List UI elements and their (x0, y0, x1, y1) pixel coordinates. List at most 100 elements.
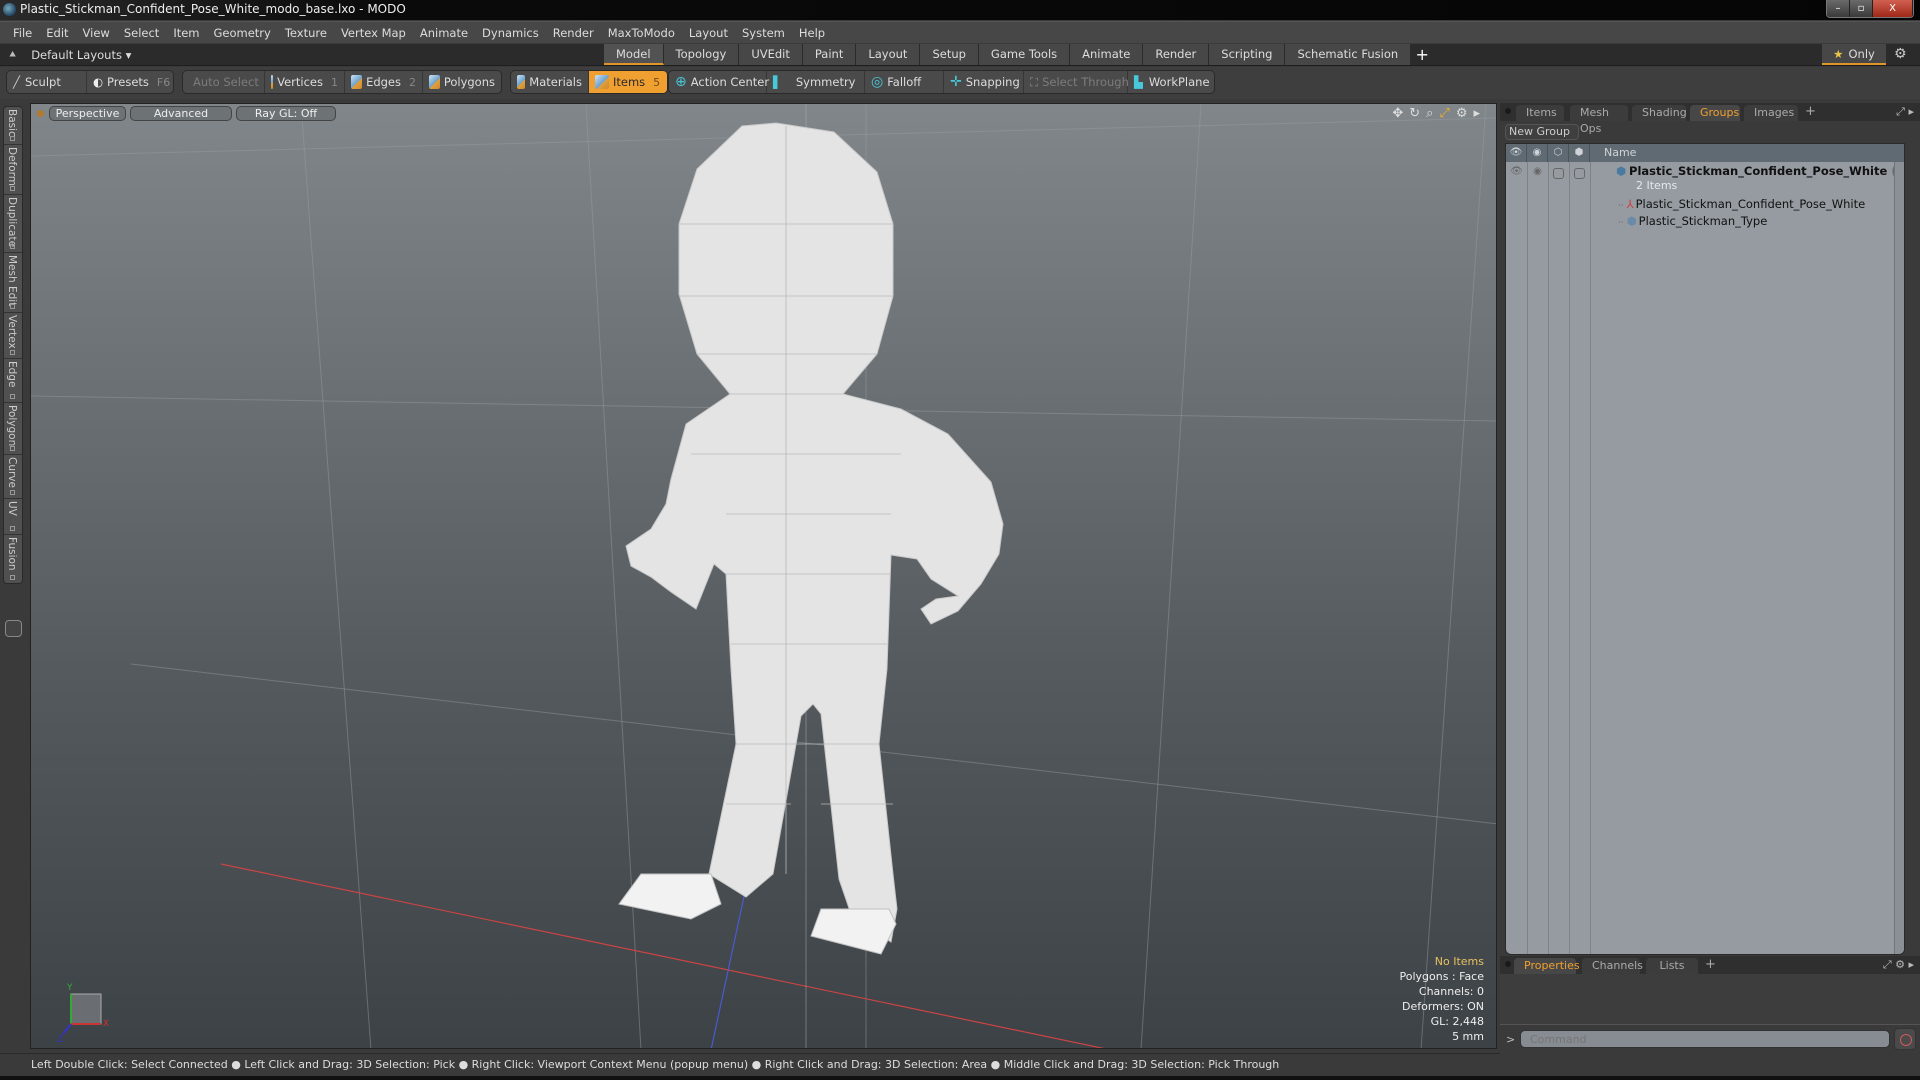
viewport-menu-dot[interactable] (37, 110, 44, 117)
panel-expand-icon[interactable]: ⤢ ▸ (1896, 105, 1914, 119)
tab-scripting[interactable]: Scripting (1209, 44, 1286, 65)
tab-properties[interactable]: Properties (1514, 958, 1580, 974)
add-panel-tab-button[interactable]: + (1805, 104, 1816, 119)
zoom-icon[interactable]: ⌕ (1426, 106, 1433, 121)
lock-column-icon[interactable]: ⬡ (1548, 144, 1569, 162)
close-button[interactable]: X (1873, 0, 1913, 17)
shading-mode-pill[interactable]: Advanced (130, 106, 232, 121)
record-macro-button[interactable] (1894, 1028, 1916, 1050)
tab-channels[interactable]: Channels (1582, 958, 1643, 974)
group-visibility-toggle[interactable]: 👁 (1506, 166, 1527, 182)
layout-selector[interactable]: ⯅ Default Layouts ▾ (8, 47, 131, 62)
add-tab-button[interactable]: + (1411, 44, 1433, 66)
menu-animate[interactable]: Animate (420, 26, 468, 40)
tab-setup[interactable]: Setup (920, 44, 979, 65)
tab-lists[interactable]: Lists (1646, 958, 1698, 974)
render-column-icon[interactable]: ◉ (1527, 144, 1548, 162)
vtab-duplicate[interactable]: Duplicate (4, 195, 22, 253)
vtab-vertex[interactable]: Vertex (4, 313, 22, 359)
viewport-settings-icon[interactable]: ⚙ (1456, 106, 1468, 121)
vtab-basic[interactable]: Basic (4, 107, 22, 145)
panel-menu-dot[interactable] (1505, 108, 1511, 114)
3d-viewport[interactable]: Y X Z Perspective Advanced Ray GL: Off ✥… (30, 103, 1497, 1049)
menu-item[interactable]: Item (173, 26, 199, 40)
raygl-pill[interactable]: Ray GL: Off (236, 106, 336, 121)
tab-game-tools[interactable]: Game Tools (978, 44, 1071, 65)
menu-help[interactable]: Help (799, 26, 825, 40)
tab-shading[interactable]: Shading (1632, 105, 1687, 121)
vtab-mesh-edit[interactable]: Mesh Edit (4, 253, 22, 313)
only-button[interactable]: ★ Only (1822, 44, 1886, 65)
name-column-header[interactable]: Name (1590, 144, 1636, 162)
vtab-fusion[interactable]: Fusion (4, 535, 22, 583)
tree-row-item[interactable]: ·· ⬢ Plastic_Stickman_Type (1618, 214, 1767, 228)
tab-mesh-ops[interactable]: Mesh Ops (1570, 105, 1628, 135)
rotate-icon[interactable]: ↻ (1409, 106, 1420, 121)
snapping-button[interactable]: ✛ Snapping (944, 71, 1024, 93)
symmetry-button[interactable]: ▌ Symmetry (767, 71, 865, 93)
pan-icon[interactable]: ✥ (1392, 106, 1403, 121)
menu-maxtomodo[interactable]: MaxToModo (608, 26, 675, 40)
group-lock-toggle[interactable] (1548, 166, 1569, 182)
materials-button[interactable]: Materials (511, 71, 589, 93)
tab-schematic-fusion[interactable]: Schematic Fusion (1285, 44, 1412, 65)
visibility-column-icon[interactable]: 👁 (1506, 144, 1527, 162)
tab-model[interactable]: Model (604, 44, 664, 65)
tab-paint[interactable]: Paint (802, 44, 857, 65)
action-center-button[interactable]: ⊕ Action Center (669, 71, 769, 93)
polygons-button[interactable]: Polygons (423, 71, 501, 93)
menu-texture[interactable]: Texture (285, 26, 327, 40)
tab-layout[interactable]: Layout (856, 44, 921, 65)
vtab-deform[interactable]: Deform (4, 145, 22, 195)
menu-dynamics[interactable]: Dynamics (482, 26, 539, 40)
view-mode-pill[interactable]: Perspective (49, 106, 126, 121)
tab-uvedit[interactable]: UVEdit (739, 44, 803, 65)
presets-button[interactable]: ◐ Presets F6 (87, 71, 173, 93)
panel-expand-icon[interactable]: ⤢ ⚙ ▸ (1883, 958, 1914, 972)
tab-items[interactable]: Items (1516, 105, 1564, 121)
vtab-polygon[interactable]: Polygon (4, 403, 22, 455)
tree-row-group[interactable]: ⬢Plastic_Stickman_Confident_Pose_White (… (1616, 164, 1904, 178)
falloff-button[interactable]: ◎ Falloff (865, 71, 944, 93)
menu-geometry[interactable]: Geometry (214, 26, 271, 40)
tab-groups[interactable]: Groups (1690, 105, 1740, 121)
group-render-toggle[interactable]: ◉ (1527, 166, 1548, 182)
menu-file[interactable]: File (13, 26, 32, 40)
vtab-uv[interactable]: UV (4, 499, 22, 535)
menu-edit[interactable]: Edit (46, 26, 68, 40)
maximize-viewport-icon[interactable]: ⤢ (1439, 106, 1449, 121)
menu-vertex-map[interactable]: Vertex Map (341, 26, 406, 40)
tab-animate[interactable]: Animate (1070, 44, 1144, 65)
add-panel-tab-button[interactable]: + (1705, 957, 1716, 972)
viewport-expand-arrow-icon[interactable]: ▸ (1473, 106, 1480, 121)
items-button[interactable]: Items 5 (589, 71, 667, 93)
menu-system[interactable]: System (742, 26, 785, 40)
group-select-toggle[interactable] (1569, 166, 1590, 182)
select-column-icon[interactable]: ⬢ (1569, 144, 1590, 162)
tree-row-item[interactable]: ·· ⅄ Plastic_Stickman_Confident_Pose_Whit… (1618, 197, 1865, 211)
minimize-button[interactable]: – (1827, 0, 1850, 17)
stickman-mesh[interactable] (625, 122, 1004, 943)
new-group-button[interactable]: New Group (1505, 124, 1579, 140)
menu-select[interactable]: Select (124, 26, 159, 40)
vtab-curve[interactable]: Curve (4, 455, 22, 499)
sculpt-button[interactable]: ╱ Sculpt (7, 71, 87, 93)
menu-layout[interactable]: Layout (689, 26, 728, 40)
vertices-button[interactable]: Vertices 1 (265, 71, 345, 93)
select-through-button[interactable]: ⛶ Select Through (1024, 71, 1129, 93)
menu-render[interactable]: Render (553, 26, 594, 40)
panel-menu-dot[interactable] (1505, 961, 1511, 967)
edges-button[interactable]: Edges 2 (345, 71, 423, 93)
collapse-arrow-icon[interactable]: ⯅ (8, 47, 17, 62)
workplane-button[interactable]: ▙ WorkPlane (1128, 71, 1214, 93)
vtab-edge[interactable]: Edge (4, 359, 22, 403)
tab-topology[interactable]: Topology (663, 44, 740, 65)
tab-images[interactable]: Images (1744, 105, 1798, 121)
menu-view[interactable]: View (83, 26, 110, 40)
auto-select-button[interactable]: Auto Select (183, 71, 265, 93)
gear-icon[interactable]: ⚙ (1894, 46, 1907, 62)
command-input[interactable] (1520, 1030, 1890, 1048)
tab-render[interactable]: Render (1143, 44, 1210, 65)
palette-toggle-button[interactable] (5, 620, 22, 637)
tree-scrollbar[interactable] (1894, 162, 1904, 954)
